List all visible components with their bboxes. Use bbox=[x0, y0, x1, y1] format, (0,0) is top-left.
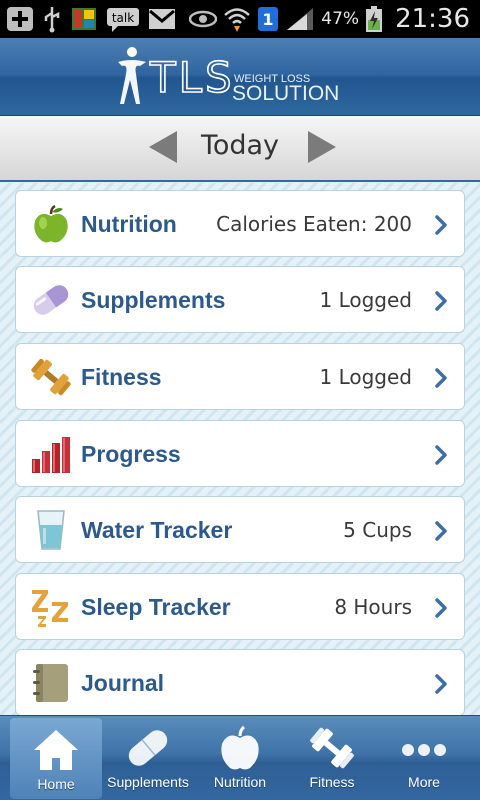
sleep-zzz-icon bbox=[32, 590, 68, 627]
notification-badge: 1 bbox=[257, 6, 279, 32]
tab-label: More bbox=[408, 774, 440, 790]
apple-icon bbox=[34, 204, 68, 243]
svg-text:1: 1 bbox=[263, 10, 274, 29]
chevron-right-icon bbox=[435, 674, 447, 694]
row-nutrition[interactable]: Nutrition Calories Eaten: 200 bbox=[15, 190, 465, 257]
row-sleep-tracker[interactable]: Sleep Tracker 8 Hours bbox=[15, 573, 465, 640]
row-title: Supplements bbox=[81, 287, 226, 313]
pill-icon bbox=[33, 285, 69, 315]
talk-icon: talk bbox=[106, 6, 140, 32]
water-glass-icon bbox=[37, 510, 65, 550]
status-bar-notifications: talk bbox=[6, 4, 176, 34]
figure-logo-icon bbox=[118, 47, 146, 104]
chevron-right-icon bbox=[435, 521, 447, 541]
tab-supplements[interactable]: Supplements bbox=[102, 716, 194, 800]
tab-label: Supplements bbox=[107, 774, 189, 790]
svg-text:SOLUTION: SOLUTION bbox=[232, 82, 339, 105]
apple-icon bbox=[221, 725, 259, 770]
chevron-right-icon bbox=[435, 598, 447, 618]
tab-home[interactable]: Home bbox=[10, 718, 102, 799]
row-value: 1 Logged bbox=[319, 365, 413, 389]
row-fitness[interactable]: Fitness 1 Logged bbox=[15, 343, 465, 410]
row-supplements[interactable]: Supplements 1 Logged bbox=[15, 266, 465, 333]
more-dots-icon bbox=[402, 744, 446, 756]
status-bar: talk 1 47% 21:36 bbox=[0, 0, 480, 38]
tab-label: Fitness bbox=[309, 774, 355, 790]
date-label: Today bbox=[200, 130, 280, 161]
gmail-icon bbox=[148, 8, 176, 30]
svg-text:talk: talk bbox=[112, 11, 134, 25]
bar-chart-icon bbox=[32, 437, 70, 473]
wifi-icon bbox=[223, 5, 251, 33]
battery-charging-icon bbox=[365, 5, 383, 33]
row-value: 5 Cups bbox=[343, 518, 412, 542]
eye-icon bbox=[189, 9, 218, 29]
pill-icon bbox=[128, 730, 168, 766]
status-bar-system: 1 47% 21:36 bbox=[189, 4, 470, 34]
previous-day-button[interactable] bbox=[145, 129, 185, 165]
chevron-right-icon bbox=[435, 445, 447, 465]
row-title: Nutrition bbox=[81, 211, 177, 237]
tab-nutrition[interactable]: Nutrition bbox=[194, 716, 286, 800]
tab-more[interactable]: More bbox=[378, 716, 470, 800]
bottom-tab-bar: Home Supplements Nutrition Fitness More bbox=[0, 715, 480, 800]
signal-icon bbox=[285, 6, 315, 32]
gallery-icon bbox=[70, 5, 98, 33]
battery-percent: 47% bbox=[321, 9, 360, 29]
row-title: Sleep Tracker bbox=[81, 594, 231, 620]
row-value: 8 Hours bbox=[334, 595, 412, 619]
row-title: Journal bbox=[81, 670, 165, 696]
dashboard-list: Nutrition Calories Eaten: 200 Supplement… bbox=[0, 183, 480, 716]
tab-label: Home bbox=[37, 776, 75, 792]
date-navigation: Today bbox=[0, 116, 480, 182]
dumbbell-icon bbox=[31, 358, 71, 396]
home-icon bbox=[34, 730, 78, 770]
arrow-right-icon bbox=[308, 131, 336, 163]
row-title: Fitness bbox=[81, 364, 162, 390]
add-icon bbox=[6, 6, 34, 32]
tls-logo: TLS WEIGHT LOSS SOLUTION bbox=[118, 47, 339, 105]
chevron-right-icon bbox=[435, 215, 447, 235]
chevron-right-icon bbox=[435, 291, 447, 311]
next-day-button[interactable] bbox=[300, 129, 340, 165]
app-header: TLS WEIGHT LOSS SOLUTION bbox=[0, 38, 480, 116]
row-progress[interactable]: Progress bbox=[15, 420, 465, 487]
tab-label: Nutrition bbox=[213, 774, 267, 790]
row-water-tracker[interactable]: Water Tracker 5 Cups bbox=[15, 496, 465, 563]
row-value: Calories Eaten: 200 bbox=[216, 212, 412, 236]
svg-text:TLS: TLS bbox=[149, 53, 235, 102]
row-title: Water Tracker bbox=[81, 517, 233, 543]
row-title: Progress bbox=[81, 441, 181, 467]
tab-fitness[interactable]: Fitness bbox=[286, 716, 378, 800]
arrow-left-icon bbox=[149, 131, 177, 163]
row-journal[interactable]: Journal bbox=[15, 649, 465, 716]
row-value: 1 Logged bbox=[319, 288, 413, 312]
chevron-right-icon bbox=[435, 368, 447, 388]
dumbbell-icon bbox=[310, 727, 354, 769]
notebook-icon bbox=[33, 664, 68, 702]
usb-icon bbox=[42, 5, 62, 33]
clock: 21:36 bbox=[395, 4, 470, 34]
